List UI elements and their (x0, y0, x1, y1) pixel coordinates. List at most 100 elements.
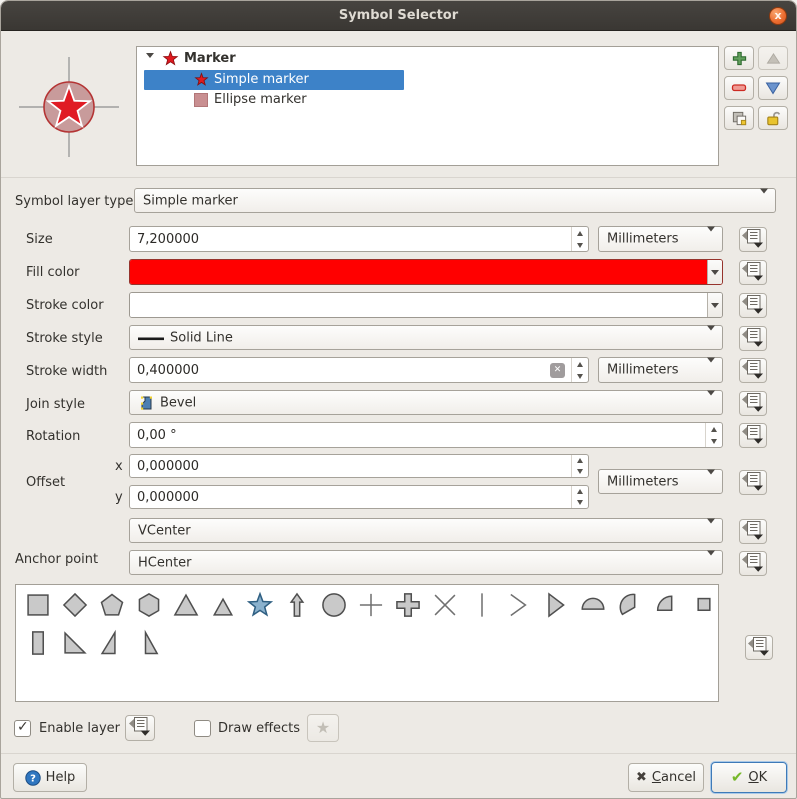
data-defined-override-icon (741, 470, 765, 496)
plus-icon (732, 51, 747, 66)
enable-layer-checkbox[interactable]: ✓ (14, 720, 31, 737)
fill-color-button[interactable] (129, 259, 723, 285)
stroke-style-value: Solid Line (170, 330, 233, 345)
fill-color-override-button[interactable] (739, 260, 767, 285)
enable-layer-override-button[interactable] (125, 715, 155, 741)
effects-button[interactable]: ★ (307, 714, 339, 742)
add-layer-button[interactable] (724, 46, 754, 70)
shape-left-half-triangle[interactable] (134, 629, 164, 657)
shape-cross-fill[interactable] (393, 591, 423, 619)
help-button[interactable]: ? Help (13, 763, 87, 792)
join-style-combo[interactable]: Bevel (129, 390, 723, 415)
size-unit-combo[interactable]: Millimeters (598, 226, 723, 252)
offset-y-label: y (115, 490, 123, 505)
offset-override-button[interactable] (739, 470, 767, 495)
shape-circle[interactable] (319, 591, 349, 619)
lock-color-button[interactable] (758, 106, 788, 130)
offset-x-up-button[interactable] (572, 455, 588, 466)
stroke-width-unit-value: Millimeters (607, 363, 679, 378)
stroke-color-override-button[interactable] (739, 293, 767, 318)
ok-button-label: OK (748, 770, 767, 785)
shape-arrow[interactable] (282, 591, 312, 619)
move-layer-up-button[interactable] (758, 46, 788, 70)
shape-pentagon[interactable] (97, 591, 127, 619)
shape-cross2[interactable] (430, 591, 460, 619)
symbol-layers-tree[interactable]: Marker Simple marker Ellipse marker (136, 46, 719, 166)
chevron-down-icon (707, 260, 722, 284)
rotation-up-button[interactable] (706, 423, 722, 435)
shape-diamond[interactable] (60, 591, 90, 619)
data-defined-override-icon (741, 519, 765, 545)
offset-x-input[interactable] (130, 455, 568, 477)
rotation-down-button[interactable] (706, 435, 722, 447)
rotation-override-button[interactable] (739, 423, 767, 448)
shape-quarter-square[interactable] (689, 591, 719, 619)
stroke-width-up-button[interactable] (572, 358, 588, 370)
shape-cross[interactable] (356, 591, 386, 619)
offset-label: Offset (26, 475, 65, 490)
clear-value-icon[interactable]: ✕ (550, 363, 565, 378)
offset-y-up-button[interactable] (572, 486, 588, 497)
tree-item-ellipse-marker[interactable]: Ellipse marker (214, 92, 307, 107)
duplicate-icon (731, 110, 748, 127)
offset-y-input[interactable] (130, 486, 568, 508)
stroke-width-unit-combo[interactable]: Millimeters (598, 357, 723, 383)
size-down-button[interactable] (572, 239, 588, 251)
title-bar: Symbol Selector x (1, 1, 796, 31)
rotation-spinbox[interactable] (129, 422, 723, 448)
stroke-width-override-button[interactable] (739, 358, 767, 383)
close-button[interactable]: x (769, 7, 787, 25)
draw-effects-checkbox[interactable] (194, 720, 211, 737)
tree-item-simple-marker[interactable]: Simple marker (214, 72, 309, 87)
shape-right-half-triangle[interactable] (97, 629, 127, 657)
shape-quarter-circle[interactable] (652, 591, 682, 619)
shape-third-circle[interactable] (615, 591, 645, 619)
offset-unit-combo[interactable]: Millimeters (598, 469, 723, 494)
offset-y-spinbox[interactable] (129, 485, 589, 509)
shape-star[interactable] (245, 591, 275, 619)
shape-filled-arrowhead[interactable] (541, 591, 571, 619)
offset-x-spinbox[interactable] (129, 454, 589, 478)
shape-semi-circle[interactable] (578, 591, 608, 619)
tree-item-marker[interactable]: Marker (184, 51, 236, 66)
duplicate-layer-button[interactable] (724, 106, 754, 130)
shape-override-button[interactable] (745, 635, 773, 660)
size-spinbox[interactable] (129, 226, 589, 252)
solid-line-icon (138, 337, 164, 341)
size-up-button[interactable] (572, 227, 588, 239)
shape-square[interactable] (23, 591, 53, 619)
stroke-style-combo[interactable]: Solid Line (129, 325, 723, 350)
shape-hexagon[interactable] (134, 591, 164, 619)
shape-triangle[interactable] (171, 591, 201, 619)
stroke-width-spinbox[interactable]: ✕ (129, 357, 589, 383)
offset-x-down-button[interactable] (572, 466, 588, 477)
star-icon: ★ (316, 720, 330, 736)
ok-button[interactable]: ✔ OK (711, 762, 787, 793)
cancel-button[interactable]: ✖ Cancel (628, 763, 704, 792)
size-label: Size (26, 232, 53, 247)
shape-diagonal-half-square[interactable] (60, 629, 90, 657)
shape-arrowhead[interactable] (504, 591, 534, 619)
move-layer-down-button[interactable] (758, 76, 788, 100)
size-input[interactable] (130, 227, 568, 251)
shape-line[interactable] (467, 591, 497, 619)
symbol-layer-type-combo[interactable]: Simple marker (134, 188, 776, 213)
anchor-vertical-override-button[interactable] (739, 519, 767, 544)
stroke-width-down-button[interactable] (572, 370, 588, 382)
size-override-button[interactable] (739, 227, 767, 252)
rotation-input[interactable] (130, 423, 702, 447)
shape-equilateral-triangle[interactable] (208, 591, 238, 619)
stroke-color-button[interactable] (129, 292, 723, 318)
stroke-style-override-button[interactable] (739, 326, 767, 351)
check-icon: ✓ (17, 719, 29, 735)
anchor-horizontal-combo[interactable]: HCenter (129, 550, 723, 575)
anchor-horizontal-override-button[interactable] (739, 551, 767, 576)
chevron-down-icon (707, 363, 715, 378)
stroke-width-input[interactable] (130, 358, 544, 382)
anchor-vertical-combo[interactable]: VCenter (129, 518, 723, 543)
offset-y-down-button[interactable] (572, 497, 588, 508)
size-unit-value: Millimeters (607, 232, 679, 247)
remove-layer-button[interactable] (724, 76, 754, 100)
join-style-override-button[interactable] (739, 391, 767, 416)
shape-half-square[interactable] (23, 629, 53, 657)
